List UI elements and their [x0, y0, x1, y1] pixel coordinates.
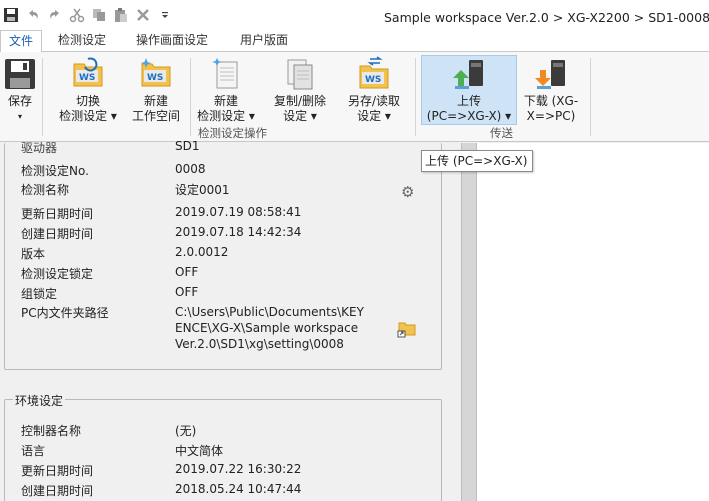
save-as-label-2: 设定 ▾ — [357, 109, 391, 123]
save-button[interactable]: 保存 ▾ — [2, 56, 38, 124]
new-setting-label-1: 新建 — [213, 94, 238, 108]
save-as-read-button[interactable]: WS 另存/读取 设定 ▾ — [342, 56, 406, 124]
info-label: 检测设定No. — [21, 164, 89, 178]
gear-icon[interactable]: ⚙ — [401, 183, 414, 201]
transfer-ws-icon: WS — [356, 56, 392, 92]
env-label: 更新日期时间 — [21, 464, 94, 478]
new-ws-icon: WS — [138, 56, 174, 92]
save-caret: ▾ — [17, 112, 22, 121]
download-label-1: 下载 (XG- — [523, 94, 579, 108]
upload-icon — [451, 56, 487, 92]
group-label-setting-ops: 检测设定操作 — [198, 126, 267, 140]
info-label: 检测设定锁定 — [21, 267, 94, 281]
save-icon[interactable] — [0, 4, 22, 26]
setting-info-panel: 驱动器 SD1 检测设定No. 0008 检测名称 设定0001 ⚙ 更新日期时… — [0, 139, 461, 501]
env-label: 创建日期时间 — [21, 484, 94, 498]
upload-button[interactable]: 上传 (PC=>XG-X) ▾ — [421, 55, 517, 125]
drive-label: 驱动器 — [21, 141, 58, 155]
new-doc-icon — [208, 56, 244, 92]
env-label: 语言 — [21, 444, 46, 458]
ribbon: 保存 ▾ WS 切换 检测设定 ▾ WS 新建 工作空间 新建 检测设定 ▾ 复… — [0, 52, 709, 142]
download-icon — [533, 56, 569, 92]
info-label: 检测名称 — [21, 183, 70, 197]
save-label: 保存 — [7, 94, 32, 108]
ribbon-tabs: 文件 检测设定 操作画面设定 用户版面 — [0, 30, 709, 53]
env-value: 2019.07.22 16:30:22 — [175, 462, 302, 476]
info-label: PC内文件夹路径 — [21, 306, 109, 320]
download-button[interactable]: 下载 (XG- X=>PC) — [520, 56, 582, 124]
switch-setting-button[interactable]: WS 切换 检测设定 ▾ — [56, 56, 120, 124]
environment-group: 环境设定 控制器名称 (无) 语言 中文简体 更新日期时间 2019.07.22… — [4, 392, 442, 501]
copy-delete-label-2: 设定 ▾ — [283, 109, 317, 123]
main-content-area — [477, 143, 709, 501]
info-label: 更新日期时间 — [21, 207, 94, 221]
tab-operation-screen-setting[interactable]: 操作画面设定 — [136, 30, 208, 52]
ribbon-divider — [590, 58, 591, 136]
switch-ws-icon: WS — [70, 56, 106, 92]
save-icon — [2, 56, 38, 92]
upload-label-2: (PC=>XG-X) ▾ — [426, 109, 512, 123]
ribbon-divider — [42, 58, 43, 136]
new-ws-label-2: 工作空间 — [131, 109, 180, 123]
switch-label-1: 切换 — [75, 94, 100, 108]
copy-icon[interactable] — [88, 4, 110, 26]
setting-info-group: 驱动器 SD1 检测设定No. 0008 检测名称 设定0001 ⚙ 更新日期时… — [4, 139, 442, 370]
new-workspace-button[interactable]: WS 新建 工作空间 — [128, 56, 184, 124]
delete-icon[interactable] — [132, 4, 154, 26]
info-value: 2.0.0012 — [175, 245, 229, 259]
info-value: 设定0001 — [175, 183, 230, 197]
drive-value: SD1 — [175, 139, 200, 153]
pc-folder-path: C:\Users\Public\Documents\KEY ENCE\XG-X\… — [175, 305, 364, 351]
info-label: 组锁定 — [21, 287, 58, 301]
download-label-2: X=>PC) — [526, 109, 576, 123]
new-setting-button[interactable]: 新建 检测设定 ▾ — [194, 56, 258, 124]
upload-tooltip: 上传 (PC=>XG-X) — [421, 150, 533, 172]
title-bar: Sample workspace Ver.2.0 > XG-X2200 > SD… — [0, 0, 709, 30]
save-as-label-1: 另存/读取 — [347, 94, 401, 108]
new-ws-label-1: 新建 — [143, 94, 168, 108]
undo-icon[interactable] — [22, 4, 44, 26]
tab-inspection-setting[interactable]: 检测设定 — [58, 30, 106, 52]
svg-text:WS: WS — [79, 73, 95, 83]
copy-delete-label-1: 复制/删除 — [273, 94, 327, 108]
info-label: 创建日期时间 — [21, 227, 94, 241]
switch-label-2: 检测设定 ▾ — [59, 109, 117, 123]
ribbon-divider — [415, 58, 416, 136]
info-value: 2019.07.18 14:42:34 — [175, 225, 302, 239]
paste-icon[interactable] — [110, 4, 132, 26]
copy-doc-icon — [282, 56, 318, 92]
window-title: Sample workspace Ver.2.0 > XG-X2200 > SD… — [384, 10, 709, 25]
info-value: 0008 — [175, 162, 206, 176]
env-value: (无) — [175, 424, 197, 438]
group-label-transfer: 传送 — [490, 126, 513, 140]
svg-text:WS: WS — [147, 73, 163, 83]
cut-icon[interactable] — [66, 4, 88, 26]
open-folder-icon[interactable] — [397, 318, 417, 338]
env-value: 2018.05.24 10:47:44 — [175, 482, 302, 496]
upload-label-1: 上传 — [456, 94, 481, 108]
info-value: 2019.07.19 08:58:41 — [175, 205, 302, 219]
env-value: 中文简体 — [175, 444, 224, 458]
environment-title: 环境设定 — [13, 392, 66, 409]
panel-splitter[interactable] — [461, 143, 477, 501]
customize-icon[interactable] — [154, 4, 176, 26]
new-setting-label-2: 检测设定 ▾ — [197, 109, 255, 123]
quick-access-toolbar — [0, 4, 176, 26]
svg-text:WS: WS — [365, 75, 381, 85]
copy-delete-button[interactable]: 复制/删除 设定 ▾ — [268, 56, 332, 124]
info-value: OFF — [175, 265, 199, 279]
tab-user-layout[interactable]: 用户版面 — [240, 30, 288, 52]
info-value: OFF — [175, 285, 199, 299]
env-label: 控制器名称 — [21, 424, 82, 438]
tab-file[interactable]: 文件 — [0, 30, 43, 53]
ribbon-divider — [190, 58, 191, 136]
redo-icon[interactable] — [44, 4, 66, 26]
info-label: 版本 — [21, 247, 46, 261]
